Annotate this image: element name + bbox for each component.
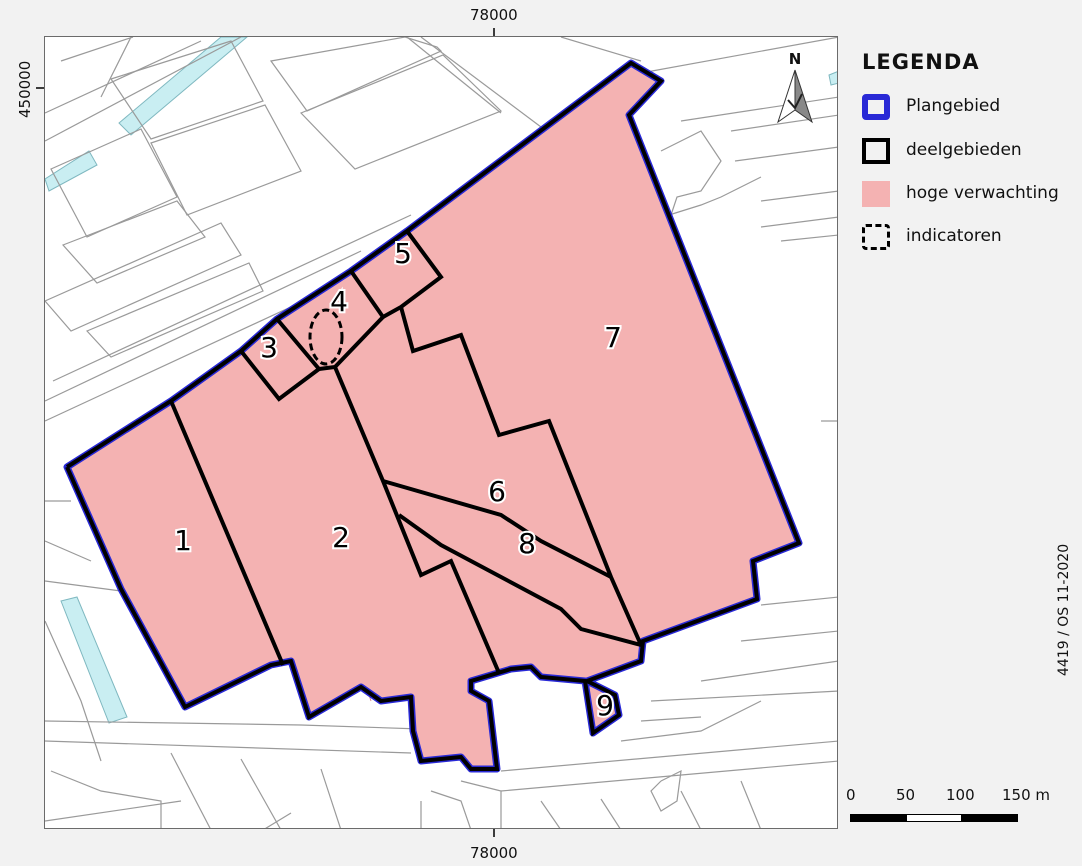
coord-y-left: 450000: [16, 60, 34, 118]
coord-x-top: 78000: [470, 6, 518, 24]
subarea-label-4: 4: [330, 285, 348, 318]
legend-symbol-indicatoren: [862, 224, 890, 250]
scale-segment-2: [906, 814, 962, 822]
subarea-label-3: 3: [260, 331, 278, 364]
scale-segment-3: [962, 814, 1018, 822]
subarea-label-2: 2: [332, 521, 350, 554]
legend: LEGENDA Plangebied deelgebieden hoge ver…: [856, 50, 1076, 250]
scale-label-100: 100: [946, 786, 975, 804]
scale-label-0: 0: [846, 786, 856, 804]
legend-label-hoge-verwachting: hoge verwachting: [906, 183, 1059, 203]
map-credit: 4419 / OS 11-2020: [1056, 543, 1072, 676]
subarea-label-5: 5: [394, 237, 412, 270]
subarea-label-9: 9: [596, 689, 614, 722]
north-arrow: N: [770, 48, 820, 128]
scale-segment-1: [850, 814, 906, 822]
legend-item-hoge-verwachting: hoge verwachting: [856, 181, 1076, 215]
north-arrow-letter: N: [789, 50, 802, 68]
legend-item-deelgebieden: deelgebieden: [856, 138, 1076, 172]
legend-item-indicatoren: indicatoren: [856, 224, 1076, 258]
subarea-label-6: 6: [488, 475, 506, 508]
legend-symbol-plangebied: [862, 94, 890, 120]
legend-symbol-deelgebieden: [862, 138, 890, 164]
subarea-label-1: 1: [174, 524, 192, 557]
legend-item-plangebied: Plangebied: [856, 94, 1076, 128]
legend-label-deelgebieden: deelgebieden: [906, 140, 1022, 160]
scale-bar: 0 50 100 150 m: [846, 786, 1051, 826]
subarea-label-8: 8: [518, 527, 536, 560]
map-canvas: 1 2 3 4 5 6 7 8 9: [45, 37, 837, 828]
legend-symbol-hoge-verwachting: [862, 181, 890, 207]
scale-label-50: 50: [896, 786, 916, 804]
map-frame[interactable]: 1 2 3 4 5 6 7 8 9: [44, 36, 838, 829]
scale-label-150: 150 m: [1002, 786, 1051, 804]
legend-label-plangebied: Plangebied: [906, 96, 1001, 116]
coord-x-bottom: 78000: [470, 844, 518, 862]
legend-title: LEGENDA: [862, 50, 980, 74]
legend-label-indicatoren: indicatoren: [906, 226, 1002, 246]
subarea-label-7: 7: [604, 321, 622, 354]
